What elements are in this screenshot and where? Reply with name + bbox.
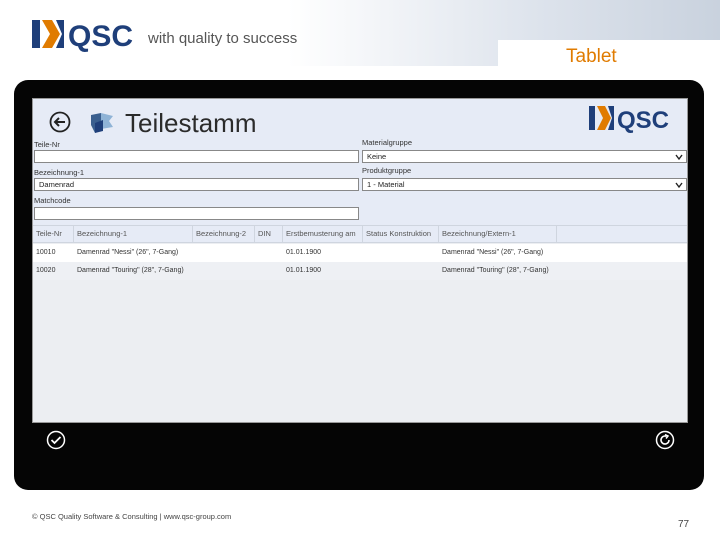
bezeichnung1-label: Bezeichnung-1 bbox=[34, 168, 85, 177]
check-icon[interactable] bbox=[46, 430, 66, 450]
teile-nr-field[interactable] bbox=[34, 150, 359, 163]
table-cell bbox=[255, 244, 286, 262]
table-cell bbox=[193, 244, 258, 262]
refresh-icon[interactable] bbox=[655, 430, 675, 450]
materialgruppe-label: Materialgruppe bbox=[362, 138, 413, 147]
column-header[interactable]: Status Konstruktion bbox=[363, 226, 439, 242]
chevron-down-icon bbox=[675, 154, 683, 161]
page-title: Teilestamm bbox=[125, 108, 257, 138]
matchcode-label: Matchcode bbox=[34, 196, 71, 205]
column-header[interactable]: Erstbemusterung am bbox=[283, 226, 363, 242]
table-cell: 10010 bbox=[36, 249, 56, 256]
table-row[interactable]: 10010 Damenrad "Nessi" (26", 7-Gang) 01.… bbox=[33, 244, 687, 262]
column-header[interactable]: Bezeichnung-2 bbox=[193, 226, 255, 242]
table-cell: Damenrad "Nessi" (26", 7-Gang) bbox=[77, 249, 179, 256]
table-cell bbox=[193, 262, 258, 280]
back-arrow-icon[interactable] bbox=[49, 111, 71, 133]
logo-text: QSC bbox=[68, 20, 133, 53]
teile-nr-label: Teile-Nr bbox=[34, 140, 60, 149]
table-cell bbox=[255, 262, 286, 280]
search-form: Teile-Nr Bezeichnung-1 Damenrad Matchcod… bbox=[33, 138, 687, 225]
table-cell: Damenrad "Touring" (28", 7-Gang) bbox=[442, 267, 549, 274]
table-cell: 10020 bbox=[36, 267, 56, 274]
materialgruppe-select[interactable]: Keine bbox=[362, 150, 687, 163]
tagline: with quality to success bbox=[148, 30, 298, 47]
bezeichnung1-field[interactable]: Damenrad bbox=[34, 178, 359, 191]
table-cell: Damenrad "Touring" (28", 7-Gang) bbox=[77, 267, 184, 274]
column-header[interactable]: Bezeichnung-1 bbox=[74, 226, 193, 242]
app-qsc-logo: QSC bbox=[589, 106, 669, 133]
table-row[interactable]: 10020 Damenrad "Touring" (28", 7-Gang) 0… bbox=[33, 262, 687, 280]
table-cell: Damenrad "Nessi" (26", 7-Gang) bbox=[442, 249, 544, 256]
column-header[interactable]: Bezeichnung/Extern-1 bbox=[439, 226, 557, 242]
table-cell bbox=[363, 244, 442, 262]
table-cell bbox=[363, 262, 442, 280]
page-number: 77 bbox=[678, 519, 690, 530]
table-cell: 01.01.1900 bbox=[286, 267, 322, 274]
produktgruppe-label: Produktgruppe bbox=[362, 166, 412, 175]
app-header: Teilestamm QSC bbox=[33, 99, 687, 139]
table-header: Teile-Nr Bezeichnung-1 Bezeichnung-2 DIN… bbox=[33, 225, 687, 243]
part-master-icon bbox=[91, 113, 113, 133]
chevron-down-icon bbox=[675, 182, 683, 189]
column-header bbox=[557, 226, 687, 242]
produktgruppe-value: 1 - Material bbox=[367, 180, 405, 189]
table-cell: 01.01.1900 bbox=[286, 249, 322, 256]
footer-copyright: © QSC Quality Software & Consulting | ww… bbox=[32, 512, 232, 521]
column-header[interactable]: DIN bbox=[255, 226, 283, 242]
slide-title: Tablet bbox=[566, 46, 617, 67]
app-logo-text: QSC bbox=[617, 107, 669, 133]
materialgruppe-value: Keine bbox=[367, 152, 387, 161]
column-header[interactable]: Teile-Nr bbox=[33, 226, 74, 242]
produktgruppe-select[interactable]: 1 - Material bbox=[362, 178, 687, 191]
matchcode-field[interactable] bbox=[34, 207, 359, 220]
qsc-logo: QSC bbox=[32, 20, 133, 53]
app-screen: Teilestamm QSC Teile-Nr Bezeichnung-1 Da… bbox=[32, 98, 688, 423]
